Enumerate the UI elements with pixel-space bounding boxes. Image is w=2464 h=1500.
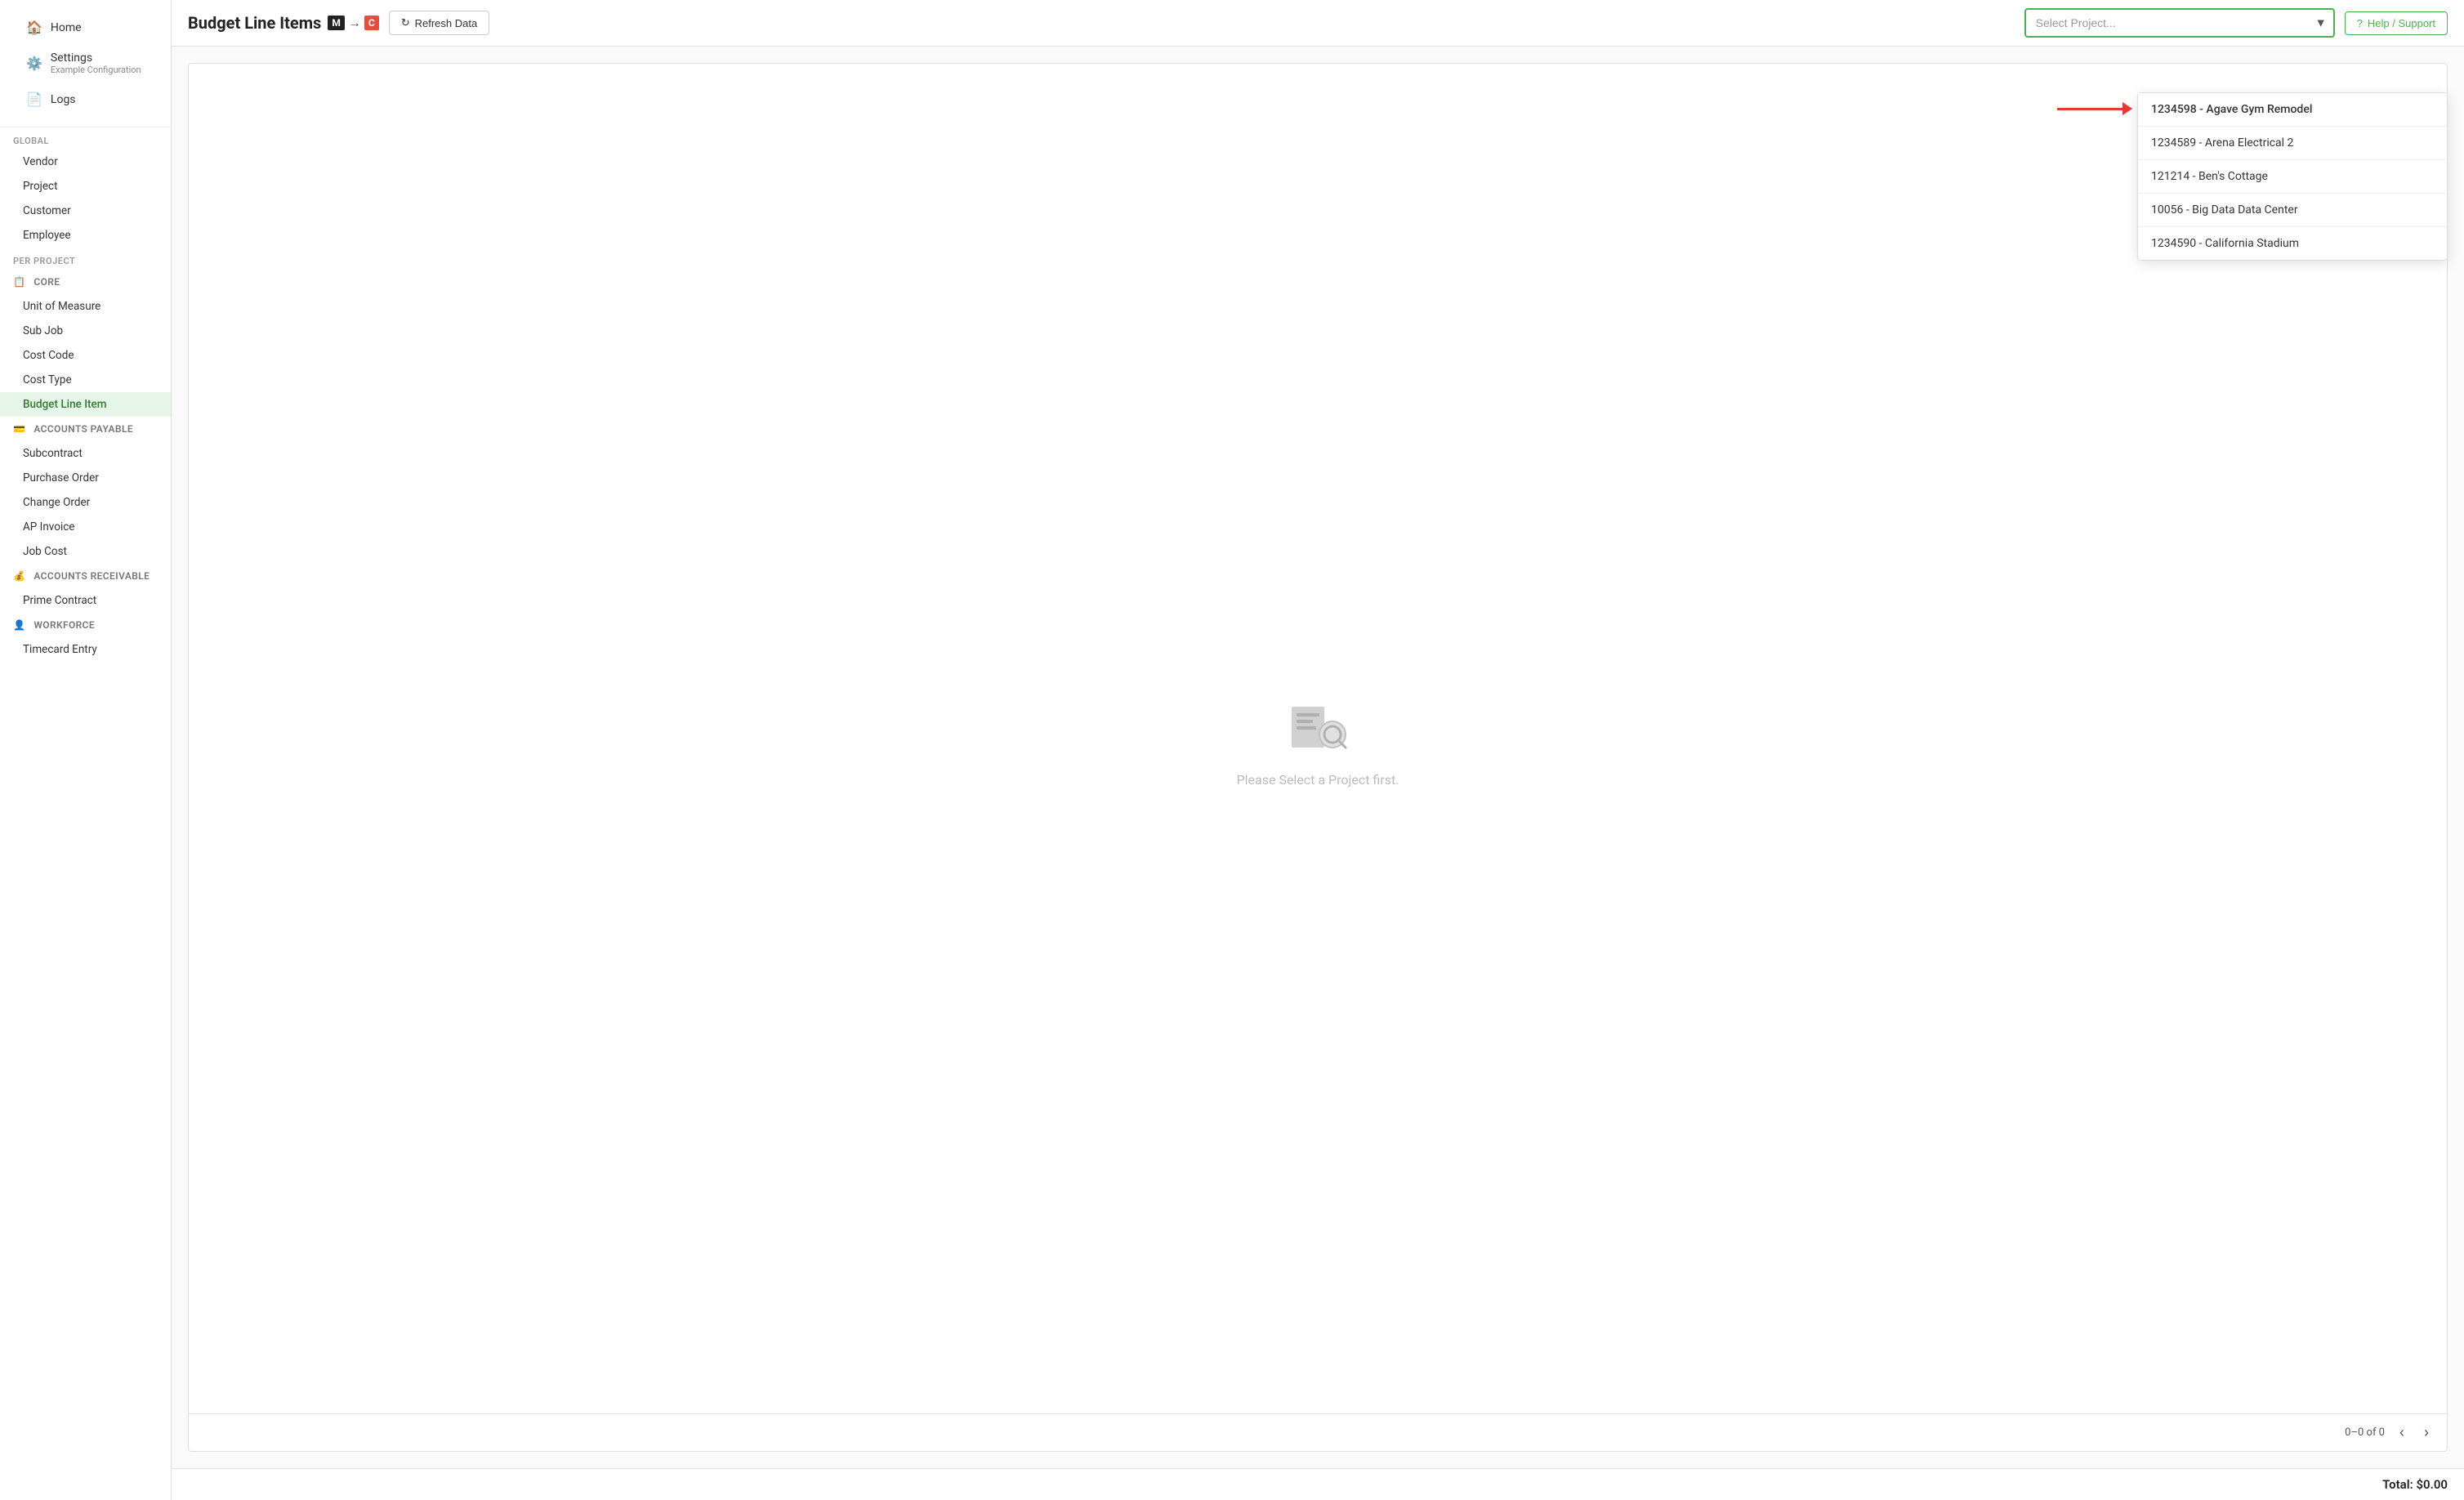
page-title-text: Budget Line Items <box>188 13 321 33</box>
red-arrow-indicator <box>2057 102 2132 115</box>
sidebar-top: 🏠 Home ⚙️ Settings Example Configuration… <box>0 0 171 127</box>
workforce-icon: 👤 <box>13 619 25 631</box>
sidebar-link-cost-code[interactable]: Cost Code <box>0 343 171 368</box>
help-support-button[interactable]: ? Help / Support <box>2345 11 2448 35</box>
sidebar-link-subcontract[interactable]: Subcontract <box>0 441 171 466</box>
sidebar-link-sub-job[interactable]: Sub Job <box>0 319 171 343</box>
dropdown-item-1234589[interactable]: 1234589 - Arena Electrical 2 <box>2138 127 2447 160</box>
bottom-bar: Total: $0.00 <box>172 1468 2464 1500</box>
sidebar-link-customer[interactable]: Customer <box>0 199 171 223</box>
per-project-section-label: PER PROJECT <box>0 248 171 270</box>
global-section-label: GLOBAL <box>0 127 171 150</box>
empty-state-text: Please Select a Project first. <box>1237 772 1399 788</box>
red-arrow-head <box>2123 102 2132 115</box>
empty-state: Please Select a Project first. <box>189 64 2447 1413</box>
dropdown-item-121214[interactable]: 121214 - Ben's Cottage <box>2138 160 2447 194</box>
sidebar-item-home[interactable]: 🏠 Home <box>13 11 158 43</box>
refresh-data-button[interactable]: ↻ Refresh Data <box>389 11 490 35</box>
sidebar-link-budget-line-item[interactable]: Budget Line Item <box>0 392 171 417</box>
sidebar-link-timecard-entry[interactable]: Timecard Entry <box>0 637 171 662</box>
refresh-btn-label: Refresh Data <box>415 17 478 29</box>
logs-icon: 📄 <box>26 92 42 107</box>
home-icon: 🏠 <box>26 20 42 35</box>
sidebar-link-project[interactable]: Project <box>0 174 171 199</box>
sidebar: 🏠 Home ⚙️ Settings Example Configuration… <box>0 0 172 1500</box>
accounts-receivable-icon: 💰 <box>13 570 25 582</box>
main-content: Budget Line Items M → C ↻ Refresh Data S… <box>172 0 2464 1500</box>
pagination-prev-button[interactable]: ‹ <box>2395 1422 2409 1443</box>
sidebar-item-settings[interactable]: ⚙️ Settings Example Configuration <box>13 43 158 83</box>
sidebar-group-core[interactable]: 📋 CORE <box>0 270 171 294</box>
sidebar-item-logs-label: Logs <box>51 93 76 106</box>
total-label: Total: $0.00 <box>2382 1477 2448 1492</box>
sidebar-link-ap-invoice[interactable]: AP Invoice <box>0 515 171 539</box>
sidebar-link-cost-type[interactable]: Cost Type <box>0 368 171 392</box>
sidebar-link-purchase-order[interactable]: Purchase Order <box>0 466 171 490</box>
accounts-receivable-label: ACCOUNTS RECEIVABLE <box>33 570 150 582</box>
settings-icon: ⚙️ <box>26 56 42 71</box>
empty-state-icon <box>1285 690 1350 759</box>
sidebar-item-home-label: Home <box>51 21 82 34</box>
workforce-label: WORKFORCE <box>33 619 95 631</box>
sidebar-item-logs[interactable]: 📄 Logs <box>13 83 158 115</box>
content-footer: 0–0 of 0 ‹ › <box>189 1413 2447 1451</box>
project-select-wrapper: Select Project... 1234598 - Agave Gym Re… <box>2024 8 2335 38</box>
content-area: 1234598 - Agave Gym Remodel 1234589 - Ar… <box>172 47 2464 1468</box>
sidebar-group-accounts-receivable[interactable]: 💰 ACCOUNTS RECEIVABLE <box>0 564 171 588</box>
integration-right-icon: C <box>364 16 379 30</box>
integration-left-icon: M <box>328 16 345 30</box>
sidebar-group-workforce[interactable]: 👤 WORKFORCE <box>0 613 171 637</box>
sidebar-link-unit-of-measure[interactable]: Unit of Measure <box>0 294 171 319</box>
accounts-payable-label: ACCOUNTS PAYABLE <box>33 423 133 435</box>
refresh-icon: ↻ <box>401 16 410 29</box>
project-dropdown: 1234598 - Agave Gym Remodel 1234589 - Ar… <box>2137 92 2448 261</box>
sidebar-link-prime-contract[interactable]: Prime Contract <box>0 588 171 613</box>
sidebar-link-employee[interactable]: Employee <box>0 223 171 248</box>
sidebar-link-vendor[interactable]: Vendor <box>0 150 171 174</box>
page-title: Budget Line Items M → C <box>188 13 379 33</box>
core-icon: 📋 <box>13 276 25 288</box>
sidebar-link-job-cost[interactable]: Job Cost <box>0 539 171 564</box>
sidebar-group-accounts-payable[interactable]: 💳 ACCOUNTS PAYABLE <box>0 417 171 441</box>
help-btn-label: Help / Support <box>2368 17 2435 29</box>
help-icon: ? <box>2357 17 2363 29</box>
sidebar-settings-sub: Example Configuration <box>51 65 141 75</box>
core-label: CORE <box>33 276 60 288</box>
sidebar-settings-group: Settings Example Configuration <box>51 51 141 75</box>
sidebar-settings-label: Settings <box>51 51 141 65</box>
red-arrow-line <box>2057 108 2123 110</box>
integration-icons: M → C <box>328 15 378 31</box>
dropdown-item-10056[interactable]: 10056 - Big Data Data Center <box>2138 194 2447 227</box>
accounts-payable-icon: 💳 <box>13 423 25 435</box>
dropdown-item-1234590[interactable]: 1234590 - California Stadium <box>2138 227 2447 260</box>
sidebar-link-change-order[interactable]: Change Order <box>0 490 171 515</box>
topbar: Budget Line Items M → C ↻ Refresh Data S… <box>172 0 2464 47</box>
pagination-info: 0–0 of 0 <box>2345 1426 2385 1439</box>
content-box: Please Select a Project first. 0–0 of 0 … <box>188 63 2448 1452</box>
dropdown-item-1234598[interactable]: 1234598 - Agave Gym Remodel <box>2138 93 2447 127</box>
pagination-next-button[interactable]: › <box>2419 1422 2434 1443</box>
integration-arrow-icon: → <box>348 15 361 31</box>
project-select[interactable]: Select Project... 1234598 - Agave Gym Re… <box>2024 8 2335 38</box>
